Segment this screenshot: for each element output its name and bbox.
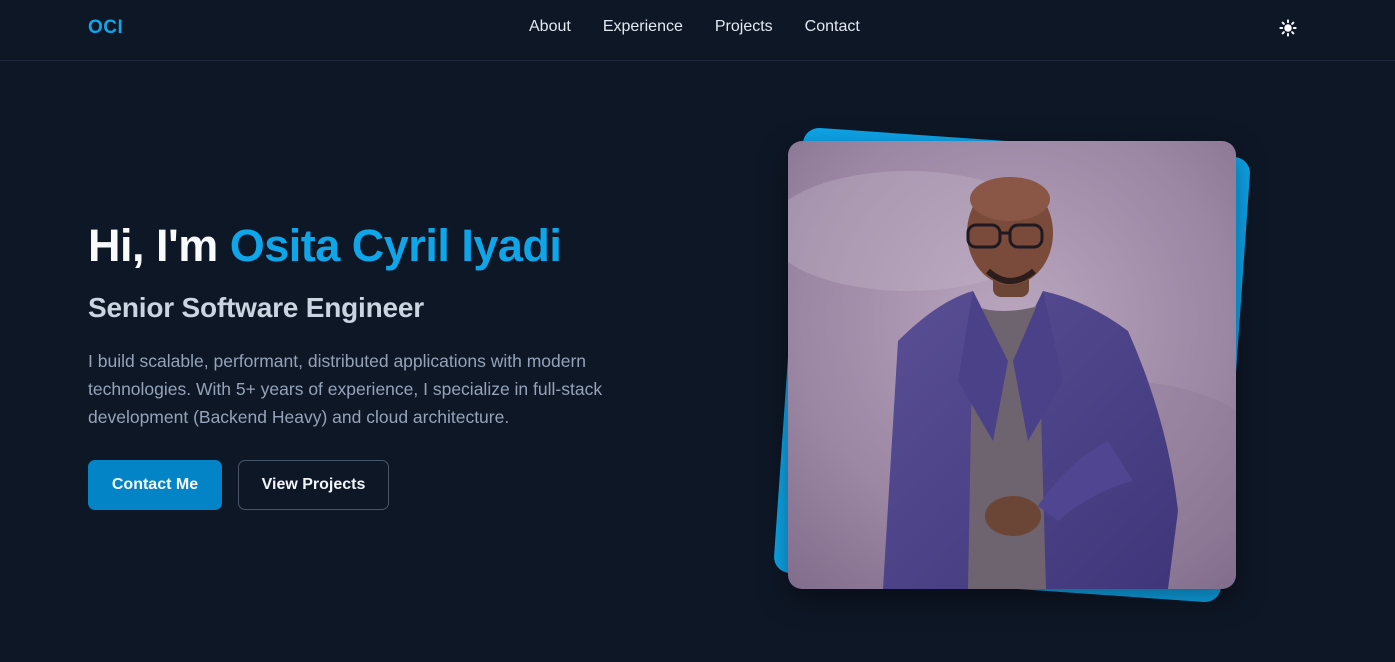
view-projects-button[interactable]: View Projects	[238, 460, 389, 510]
nav-link-experience[interactable]: Experience	[603, 18, 683, 36]
theme-toggle-button[interactable]	[1277, 17, 1299, 39]
hero-name: Osita Cyril Iyadi	[229, 220, 562, 271]
nav-link-projects[interactable]: Projects	[715, 18, 773, 36]
greeting-prefix: Hi, I'm	[88, 220, 230, 271]
contact-me-button[interactable]: Contact Me	[88, 460, 222, 510]
hero-bio: I build scalable, performant, distribute…	[88, 351, 603, 427]
nav-link-contact[interactable]: Contact	[805, 18, 860, 36]
hero-subtitle: Senior Software Engineer	[88, 292, 424, 323]
navbar: OCI About Experience Projects Contact	[0, 0, 1395, 61]
profile-photo	[788, 141, 1236, 589]
hero-actions: Contact Me View Projects	[88, 460, 389, 510]
nav-links: About Experience Projects Contact	[529, 18, 860, 36]
sun-icon	[1279, 19, 1297, 37]
hero-heading: Hi, I'm Osita Cyril Iyadi	[88, 218, 688, 274]
logo[interactable]: OCI	[88, 17, 123, 39]
profile-photo-illustration	[788, 141, 1236, 589]
nav-link-about[interactable]: About	[529, 18, 571, 36]
hero-text: Hi, I'm Osita Cyril Iyadi Senior Softwar…	[88, 218, 688, 431]
